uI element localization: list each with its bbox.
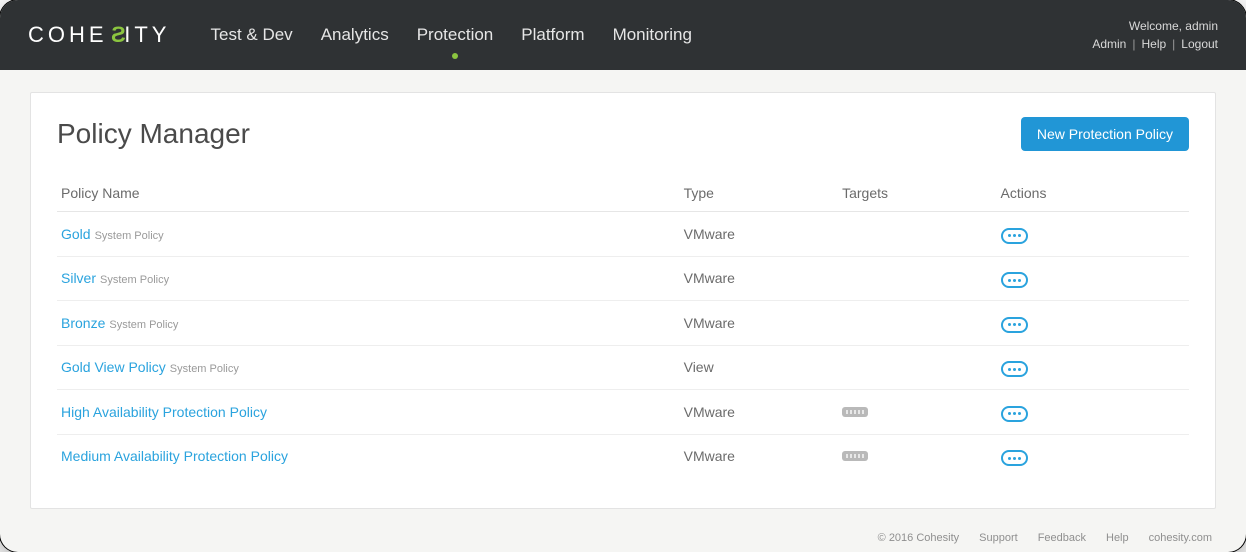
- brand-pre: COHE: [28, 22, 108, 48]
- welcome-text: Welcome, admin: [1092, 17, 1218, 35]
- policy-name-link[interactable]: Medium Availability Protection Policy: [61, 448, 288, 464]
- policy-manager-card: Policy Manager New Protection Policy Pol…: [30, 92, 1216, 509]
- table-row: Bronze System Policy VMware: [57, 301, 1189, 346]
- ellipsis-dot-icon: [1018, 279, 1021, 282]
- ellipsis-dot-icon: [1013, 368, 1016, 371]
- policy-name-link[interactable]: Gold: [61, 226, 91, 242]
- policy-name-link[interactable]: High Availability Protection Policy: [61, 404, 267, 420]
- policy-name-link[interactable]: Silver: [61, 270, 96, 286]
- ellipsis-dot-icon: [1008, 323, 1011, 326]
- ellipsis-dot-icon: [1018, 457, 1021, 460]
- system-policy-tag: System Policy: [95, 230, 164, 242]
- ellipsis-dot-icon: [1013, 457, 1016, 460]
- ellipsis-dot-icon: [1018, 323, 1021, 326]
- nav-item-protection[interactable]: Protection: [417, 1, 494, 69]
- main-nav: Test & Dev Analytics Protection Platform Mon…: [210, 1, 691, 69]
- ellipsis-dot-icon: [1008, 457, 1011, 460]
- policy-targets: [838, 345, 996, 390]
- target-chip-icon: [842, 451, 868, 461]
- footer-support[interactable]: Support: [979, 532, 1018, 544]
- logout-link[interactable]: Logout: [1181, 37, 1218, 51]
- policy-type: VMware: [680, 390, 838, 435]
- policy-targets: [838, 390, 996, 435]
- table-row: Silver System Policy VMware: [57, 256, 1189, 301]
- policy-name-link[interactable]: Gold View Policy: [61, 359, 166, 375]
- table-row: Gold View Policy System Policy View: [57, 345, 1189, 390]
- footer-site[interactable]: cohesity.com: [1149, 532, 1212, 544]
- col-header-targets[interactable]: Targets: [838, 177, 996, 212]
- policy-targets: [838, 434, 996, 478]
- ellipsis-dot-icon: [1008, 412, 1011, 415]
- nav-item-monitoring[interactable]: Monitoring: [613, 1, 692, 69]
- ellipsis-dot-icon: [1013, 279, 1016, 282]
- nav-item-platform[interactable]: Platform: [521, 1, 584, 69]
- table-row: Gold System Policy VMware: [57, 212, 1189, 257]
- footer-copyright: © 2016 Cohesity: [878, 532, 960, 544]
- target-chip-icon: [842, 407, 868, 417]
- system-policy-tag: System Policy: [100, 274, 169, 286]
- system-policy-tag: System Policy: [170, 363, 239, 375]
- col-header-actions[interactable]: Actions: [997, 177, 1189, 212]
- policy-type: VMware: [680, 212, 838, 257]
- actions-menu-button[interactable]: [1001, 228, 1028, 244]
- ellipsis-dot-icon: [1008, 368, 1011, 371]
- ellipsis-dot-icon: [1013, 234, 1016, 237]
- new-protection-policy-button[interactable]: New Protection Policy: [1021, 117, 1189, 151]
- ellipsis-dot-icon: [1018, 412, 1021, 415]
- user-area: Welcome, admin Admin|Help|Logout: [1092, 17, 1218, 53]
- actions-menu-button[interactable]: [1001, 317, 1028, 333]
- brand-logo: COHESITY: [28, 22, 170, 48]
- ellipsis-dot-icon: [1013, 412, 1016, 415]
- ellipsis-dot-icon: [1008, 279, 1011, 282]
- ellipsis-dot-icon: [1013, 323, 1016, 326]
- actions-menu-button[interactable]: [1001, 406, 1028, 422]
- policy-table: Policy Name Type Targets Actions Gold Sys…: [57, 177, 1189, 478]
- top-nav-bar: COHESITY Test & Dev Analytics Protection Pl…: [0, 0, 1246, 70]
- nav-item-analytics[interactable]: Analytics: [321, 1, 389, 69]
- footer-feedback[interactable]: Feedback: [1038, 532, 1086, 544]
- footer: © 2016 Cohesity Support Feedback Help co…: [878, 532, 1212, 544]
- policy-targets: [838, 212, 996, 257]
- table-row: Medium Availability Protection Policy VMw…: [57, 434, 1189, 478]
- policy-targets: [838, 301, 996, 346]
- policy-type: View: [680, 345, 838, 390]
- help-link[interactable]: Help: [1141, 37, 1166, 51]
- actions-menu-button[interactable]: [1001, 272, 1028, 288]
- policy-type: VMware: [680, 301, 838, 346]
- actions-menu-button[interactable]: [1001, 361, 1028, 377]
- ellipsis-dot-icon: [1018, 368, 1021, 371]
- brand-post: ITY: [124, 22, 170, 48]
- footer-help[interactable]: Help: [1106, 532, 1129, 544]
- brand-s: S: [107, 22, 126, 48]
- policy-type: VMware: [680, 434, 838, 478]
- policy-name-link[interactable]: Bronze: [61, 315, 105, 331]
- system-policy-tag: System Policy: [109, 319, 178, 331]
- admin-link[interactable]: Admin: [1092, 37, 1126, 51]
- ellipsis-dot-icon: [1008, 234, 1011, 237]
- policy-type: VMware: [680, 256, 838, 301]
- nav-item-test-dev[interactable]: Test & Dev: [210, 1, 292, 69]
- col-header-name[interactable]: Policy Name: [57, 177, 680, 212]
- col-header-type[interactable]: Type: [680, 177, 838, 212]
- policy-targets: [838, 256, 996, 301]
- page-title: Policy Manager: [57, 118, 250, 150]
- table-row: High Availability Protection Policy VMwar…: [57, 390, 1189, 435]
- actions-menu-button[interactable]: [1001, 450, 1028, 466]
- ellipsis-dot-icon: [1018, 234, 1021, 237]
